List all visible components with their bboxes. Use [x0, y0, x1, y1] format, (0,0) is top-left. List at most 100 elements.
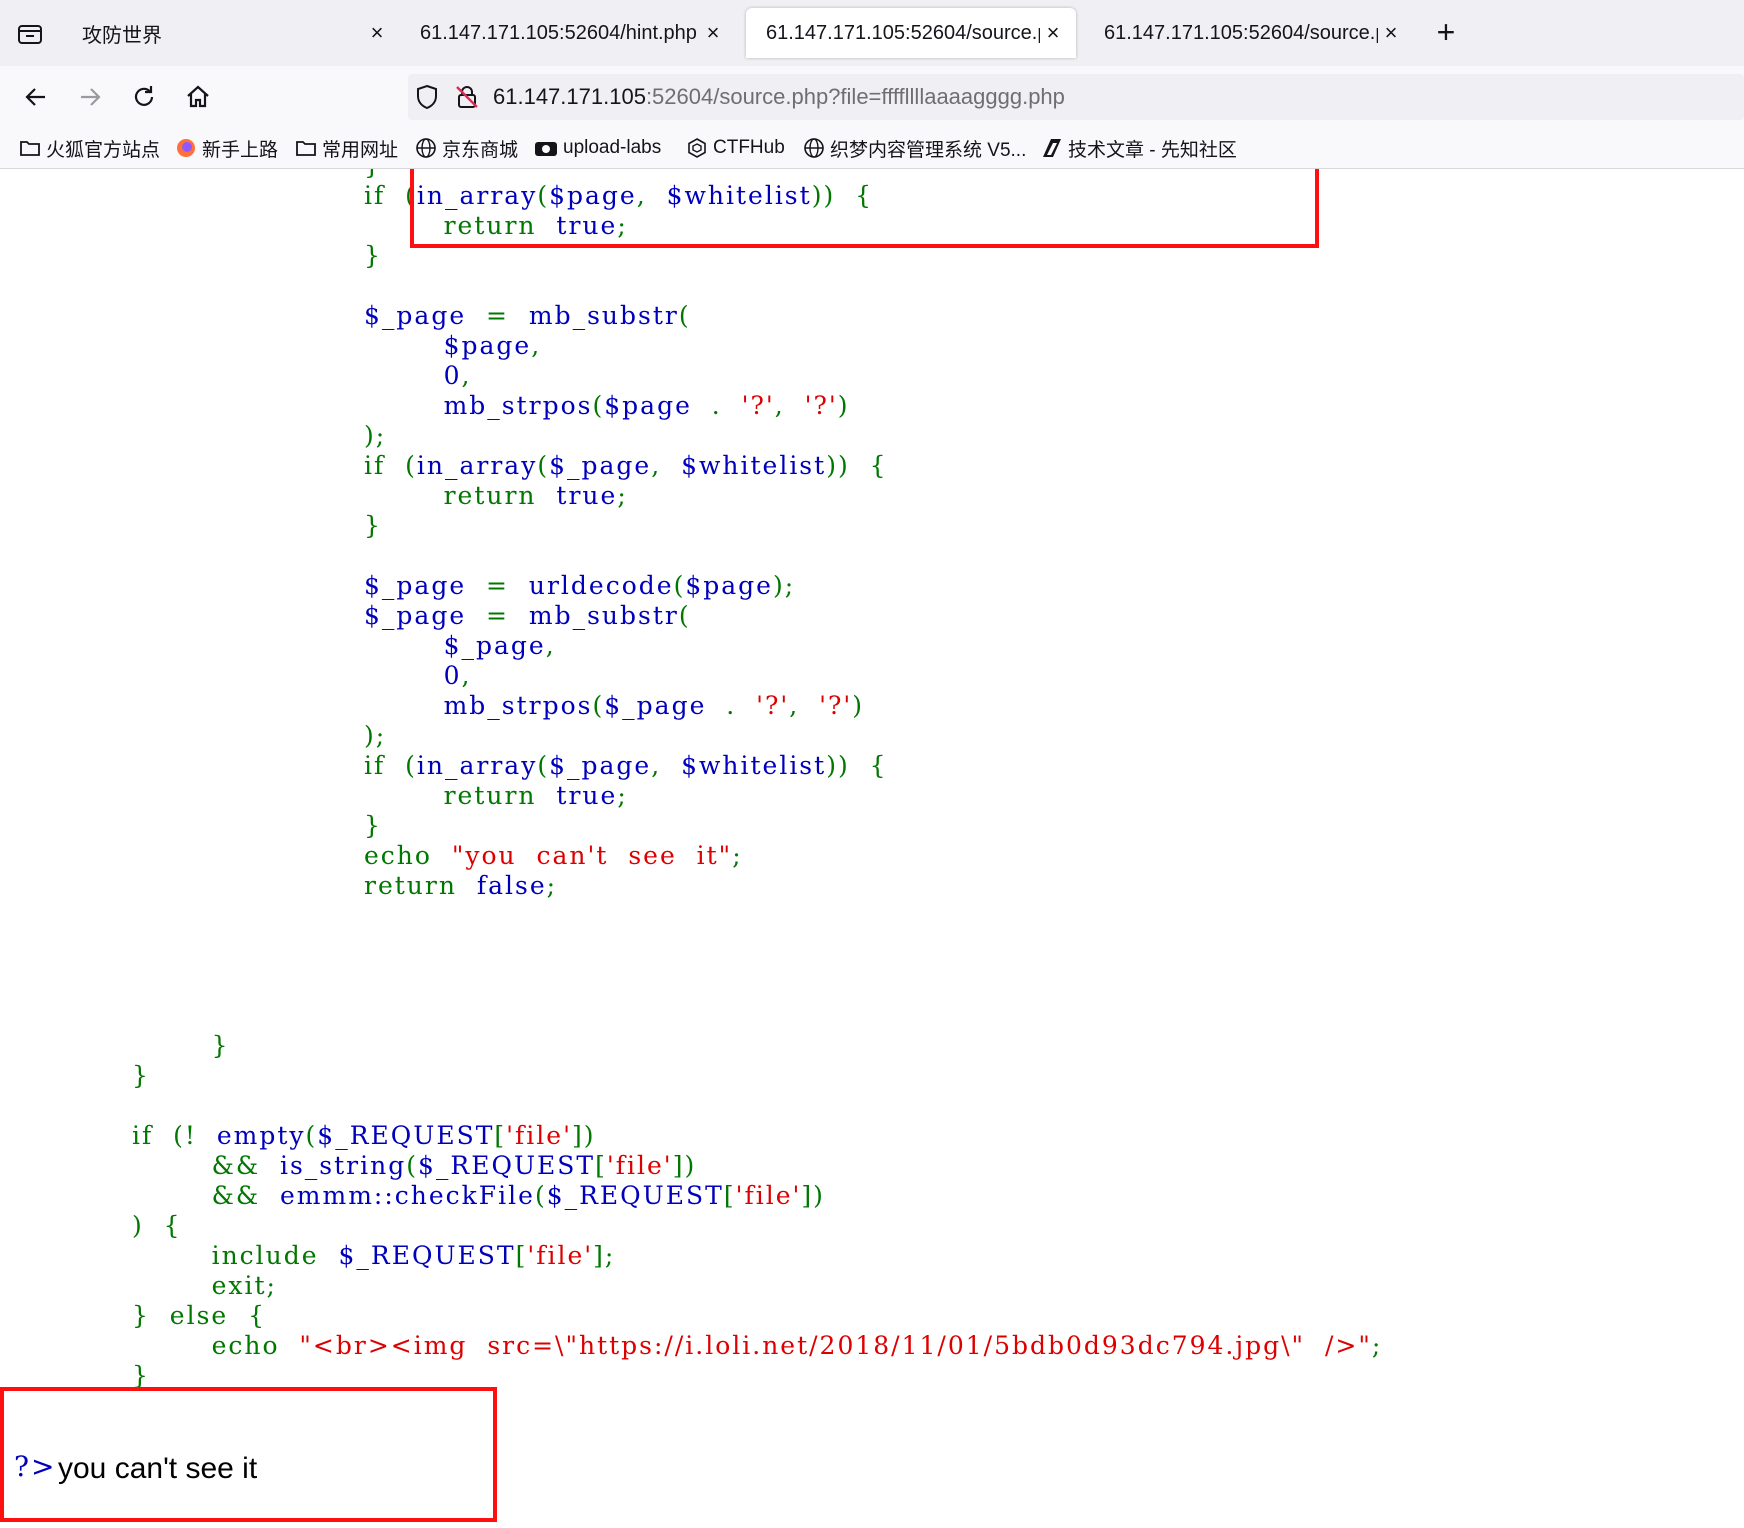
code-token: $_REQUEST	[418, 1151, 596, 1180]
code-token: $_page	[604, 691, 707, 720]
back-arrow-icon	[25, 88, 45, 106]
bookmark-item[interactable]: 京东商城	[415, 134, 518, 162]
code-line: && is_string($_REQUEST['file'])	[132, 1151, 1382, 1181]
code-line: return true;	[364, 781, 888, 811]
code-token: empty	[216, 1121, 306, 1150]
code-token: (	[305, 1121, 318, 1150]
back-button[interactable]	[19, 80, 53, 114]
code-line: 0,	[364, 661, 888, 691]
bookmark-label: 常用网址	[322, 139, 399, 161]
code-token: )) {	[826, 451, 888, 480]
tab-3[interactable]: 61.147.171.105:52604/source.php ×	[1084, 8, 1414, 58]
code-token: (	[678, 601, 691, 630]
code-token: }	[364, 241, 382, 270]
insecure-lock-icon[interactable]	[454, 84, 480, 110]
bookmark-label: 技术文章 - 先知社区	[1068, 139, 1237, 161]
bookmark-label: CTFHub	[713, 137, 785, 158]
reload-icon	[134, 86, 154, 106]
tab-2-active[interactable]: 61.147.171.105:52604/source.php ×	[746, 8, 1076, 58]
code-token: '?'	[741, 391, 775, 420]
bookmark-item[interactable]: 织梦内容管理系统 V5...	[803, 134, 1026, 162]
code-token: ;	[617, 781, 628, 810]
code-token: false	[476, 871, 547, 900]
tab-overview-button[interactable]	[14, 18, 46, 50]
code-line: if (in_array($_page, $whitelist)) {	[364, 451, 888, 481]
bookmark-item[interactable]: 新手上路	[175, 134, 278, 162]
url-bar[interactable]: 61.147.171.105:52604/source.php?file=fff…	[408, 74, 1744, 120]
code-token: return	[364, 781, 557, 810]
code-token: );	[364, 721, 387, 750]
code-token: 'file'	[735, 1181, 802, 1210]
code-token: [	[494, 1121, 507, 1150]
ctfhub-icon	[688, 138, 706, 158]
tab-1[interactable]: 61.147.171.105:52604/hint.php ×	[400, 8, 736, 58]
code-token: ,	[789, 691, 820, 720]
code-token: 'file'	[506, 1121, 572, 1150]
code-line: return true;	[364, 481, 888, 511]
code-line: include $_REQUEST['file'];	[132, 1241, 1382, 1271]
folder-icon	[20, 141, 40, 156]
home-button[interactable]	[181, 80, 215, 114]
bookmark-item[interactable]: 常用网址	[295, 134, 398, 162]
code-token: 'file'	[527, 1241, 594, 1270]
code-token: (	[534, 1181, 547, 1210]
tab-close-icon[interactable]: ×	[1040, 20, 1066, 46]
code-token: '?'	[756, 691, 790, 720]
code-token: );	[772, 571, 796, 600]
code-token: urldecode	[528, 571, 674, 600]
home-icon	[187, 85, 209, 108]
code-token: emmm::checkFile	[279, 1181, 535, 1210]
code-token: $page	[604, 391, 692, 420]
annotation-box-output	[0, 1387, 497, 1522]
tab-close-icon[interactable]: ×	[1378, 20, 1404, 46]
new-tab-button[interactable]: +	[1428, 14, 1464, 50]
code-token: 0	[364, 661, 462, 690]
code-token: '?'	[804, 391, 838, 420]
tab-list-icon	[18, 25, 42, 44]
code-token: ) {	[132, 1211, 182, 1240]
code-line: }	[132, 1061, 1382, 1091]
code-line: mb_strpos($_page . '?', '?')	[364, 691, 888, 721]
code-token: ;	[1371, 1331, 1383, 1360]
code-token: .	[706, 691, 757, 720]
code-token: ])	[801, 1181, 825, 1210]
code-token: ;	[617, 481, 628, 510]
code-token: (	[673, 571, 686, 600]
url-host: 61.147.171.105	[493, 84, 646, 109]
code-line: && emmm::checkFile($_REQUEST['file'])	[132, 1181, 1382, 1211]
code-line: if (in_array($_page, $whitelist)) {	[364, 751, 888, 781]
reload-button[interactable]	[127, 80, 161, 114]
code-token: }	[132, 1361, 150, 1390]
code-token: if (	[364, 181, 417, 210]
bookmark-label: 火狐官方站点	[46, 139, 161, 161]
code-token: ,	[545, 631, 556, 660]
bookmark-item[interactable]: 火狐官方站点	[19, 134, 160, 162]
bookmark-item[interactable]: upload-labs	[534, 134, 661, 162]
forward-button[interactable]	[73, 80, 107, 114]
bookmark-item[interactable]: CTFHub	[686, 134, 785, 162]
code-token: }	[364, 169, 382, 180]
code-token: &&	[132, 1151, 280, 1180]
php-source-main: }} if (! empty($_REQUEST['file']) && is_…	[132, 1031, 1382, 1391]
bookmark-item[interactable]: 技术文章 - 先知社区	[1041, 134, 1237, 162]
tab-0[interactable]: 攻防世界 ×	[62, 8, 400, 58]
code-token: (	[592, 691, 605, 720]
url-text[interactable]: 61.147.171.105:52604/source.php?file=fff…	[493, 84, 1065, 110]
bookmark-label: 新手上路	[202, 139, 279, 161]
code-token: $whitelist	[681, 451, 827, 480]
tab-close-icon[interactable]: ×	[364, 20, 390, 46]
code-token: )	[837, 391, 850, 420]
firefox-icon	[177, 139, 195, 157]
code-token: $whitelist	[681, 751, 827, 780]
code-token: 0	[364, 361, 462, 390]
code-token: true	[556, 481, 618, 510]
tracking-protection-shield-icon[interactable]	[414, 84, 440, 110]
code-token: ])	[672, 1151, 697, 1180]
page-content: }if (in_array($page, $whitelist)) { retu…	[0, 169, 1744, 1528]
tab-close-icon[interactable]: ×	[700, 20, 726, 46]
bookmark-label: 织梦内容管理系统 V5...	[830, 139, 1027, 161]
xianzhi-icon	[1043, 139, 1061, 157]
